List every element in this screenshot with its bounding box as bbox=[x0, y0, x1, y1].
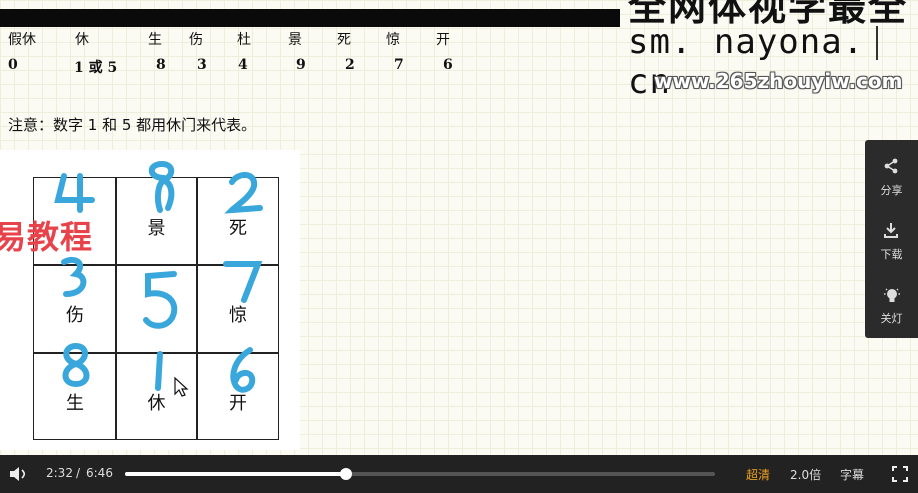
progress-fill bbox=[125, 472, 346, 476]
header-cell: 死 bbox=[337, 32, 351, 48]
cell-label: 生 bbox=[66, 393, 84, 414]
value-cell: 6 bbox=[443, 57, 453, 73]
handwritten-digit-1 bbox=[155, 351, 163, 391]
share-icon bbox=[884, 158, 898, 174]
text-caret bbox=[876, 26, 878, 60]
value-cell: 1 或 5 bbox=[74, 60, 118, 76]
lightbulb-icon bbox=[884, 288, 900, 302]
handwritten-digit-2 bbox=[224, 172, 263, 214]
header-cell: 开 bbox=[436, 32, 450, 48]
handwritten-digit-8 bbox=[62, 342, 90, 388]
handwritten-digit-3 bbox=[61, 256, 87, 297]
speed-button[interactable]: 2.0倍 bbox=[790, 466, 821, 483]
side-action-panel: 分享 下载 关灯 bbox=[865, 140, 918, 338]
download-label: 下载 bbox=[880, 248, 903, 261]
header-cell: 杜 bbox=[237, 32, 251, 48]
share-label: 分享 bbox=[880, 184, 903, 197]
time-separator: / bbox=[76, 466, 81, 480]
door-number-row: 0 1 或 5 8 3 4 9 2 7 6 bbox=[0, 57, 470, 77]
cell-label: 伤 bbox=[66, 305, 84, 326]
volume-icon[interactable] bbox=[8, 465, 28, 483]
subtitles-button[interactable]: 字幕 bbox=[840, 466, 864, 483]
value-cell: 0 bbox=[8, 57, 18, 73]
fullscreen-icon[interactable] bbox=[892, 466, 908, 482]
value-cell: 2 bbox=[345, 57, 355, 73]
mouse-pointer-icon bbox=[174, 376, 189, 397]
handwritten-digit-9 bbox=[148, 160, 175, 213]
header-cell: 休 bbox=[75, 32, 89, 48]
share-button[interactable]: 分享 bbox=[865, 146, 918, 206]
lights-off-button[interactable]: 关灯 bbox=[865, 274, 918, 334]
header-cell: 景 bbox=[288, 32, 302, 48]
value-cell: 3 bbox=[197, 57, 207, 73]
handwritten-digit-5 bbox=[143, 271, 178, 329]
lights-off-label: 关灯 bbox=[880, 312, 903, 325]
note-text: 注意：数字 1 和 5 都用休门来代表。 bbox=[8, 116, 257, 134]
value-cell: 7 bbox=[394, 57, 404, 73]
duration: 6:46 bbox=[86, 466, 113, 480]
door-header-row: 假休 休 生 伤 杜 景 死 惊 开 bbox=[0, 29, 470, 49]
current-time: 2:32 bbox=[46, 466, 73, 480]
watermark-red-text: 易教程 bbox=[0, 218, 94, 256]
handwritten-digit-7 bbox=[223, 261, 263, 303]
download-button[interactable]: 下载 bbox=[865, 210, 918, 270]
video-control-bar: 2:32 / 6:46 超清 2.0倍 字幕 bbox=[0, 455, 918, 493]
handwritten-digit-6 bbox=[230, 347, 256, 393]
value-cell: 9 bbox=[296, 57, 306, 73]
header-cell: 惊 bbox=[386, 32, 400, 48]
value-cell: 4 bbox=[238, 57, 248, 73]
download-icon bbox=[884, 223, 898, 238]
progress-knob[interactable] bbox=[339, 468, 352, 480]
quality-button[interactable]: 超清 bbox=[746, 466, 770, 483]
header-cell: 假休 bbox=[8, 32, 36, 48]
progress-bar[interactable] bbox=[125, 468, 715, 480]
top-black-bar bbox=[0, 9, 620, 27]
value-cell: 8 bbox=[156, 57, 166, 73]
header-cell: 生 bbox=[148, 32, 162, 48]
watermark-url: www.265zhouyiw.com bbox=[654, 69, 903, 93]
header-cell: 伤 bbox=[189, 32, 203, 48]
